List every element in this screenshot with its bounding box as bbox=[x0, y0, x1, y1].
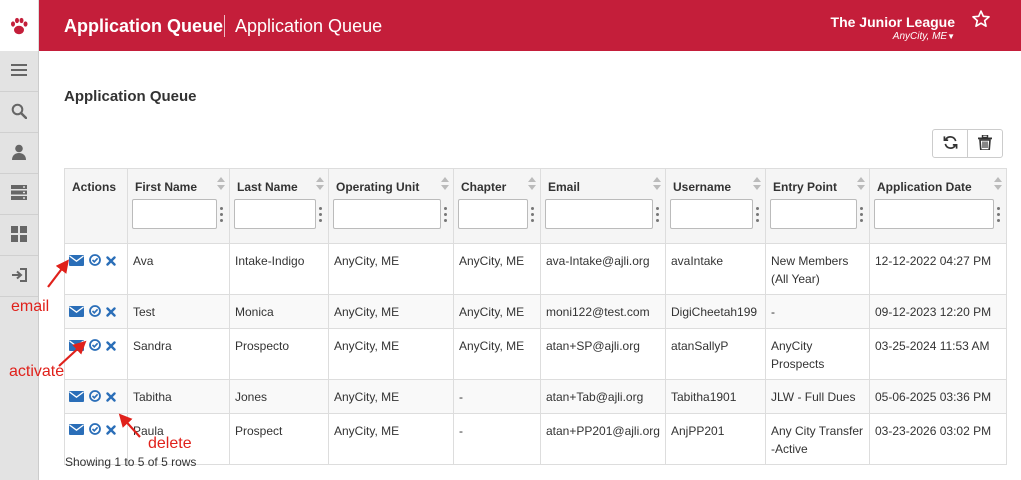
annotation-arrows bbox=[47, 259, 141, 438]
email-arrow bbox=[47, 259, 69, 288]
email-annotation-label: email bbox=[11, 298, 50, 315]
activate-annotation-label: activate bbox=[9, 363, 65, 380]
delete-arrow bbox=[118, 413, 141, 438]
delete-annotation-label: delete bbox=[148, 435, 192, 452]
